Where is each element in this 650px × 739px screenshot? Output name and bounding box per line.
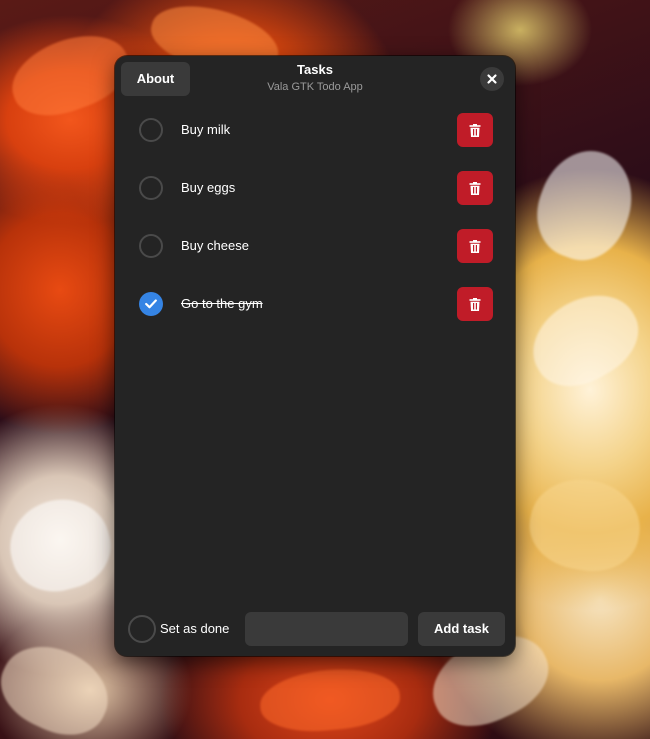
window-title-block: Tasks Vala GTK Todo App <box>215 62 415 94</box>
delete-task-button[interactable] <box>457 287 493 321</box>
task-checkbox[interactable] <box>139 234 163 258</box>
task-label: Go to the gym <box>181 296 263 311</box>
wallpaper-petal <box>257 664 403 736</box>
delete-task-button[interactable] <box>457 229 493 263</box>
wallpaper-petal <box>517 277 650 403</box>
about-button[interactable]: About <box>121 62 190 96</box>
wallpaper-petal <box>0 630 122 739</box>
set-as-done-label: Set as done <box>160 621 230 636</box>
close-icon <box>487 74 497 84</box>
close-button[interactable] <box>480 67 504 91</box>
trash-icon <box>469 240 481 253</box>
task-row: Buy milk <box>115 102 515 160</box>
task-label: Buy eggs <box>181 180 236 195</box>
delete-task-button[interactable] <box>457 171 493 205</box>
set-as-done-checkbox[interactable] <box>128 615 156 643</box>
checkmark-icon <box>145 299 157 309</box>
task-label: Buy milk <box>181 122 231 137</box>
wallpaper-petal <box>0 488 120 602</box>
trash-icon <box>469 124 481 137</box>
task-row: Go to the gym <box>115 276 515 334</box>
task-checkbox[interactable] <box>139 292 163 316</box>
task-row: Buy cheese <box>115 218 515 276</box>
new-task-input[interactable] <box>245 612 408 646</box>
header-bar: About Tasks Vala GTK Todo App <box>115 56 515 100</box>
wallpaper-petal <box>523 137 647 273</box>
task-label: Buy cheese <box>181 238 249 253</box>
trash-icon <box>469 182 481 195</box>
wallpaper-petal <box>523 471 647 579</box>
task-checkbox[interactable] <box>139 118 163 142</box>
task-row: Buy eggs <box>115 160 515 218</box>
trash-icon <box>469 298 481 311</box>
footer-bar: Set as done Add task <box>115 612 515 646</box>
add-task-button[interactable]: Add task <box>418 612 505 646</box>
window-title: Tasks <box>297 62 333 77</box>
task-checkbox[interactable] <box>139 176 163 200</box>
todo-window: About Tasks Vala GTK Todo App Buy milk B… <box>115 56 515 656</box>
desktop-wallpaper: About Tasks Vala GTK Todo App Buy milk B… <box>0 0 650 739</box>
window-subtitle: Vala GTK Todo App <box>267 81 363 93</box>
delete-task-button[interactable] <box>457 113 493 147</box>
